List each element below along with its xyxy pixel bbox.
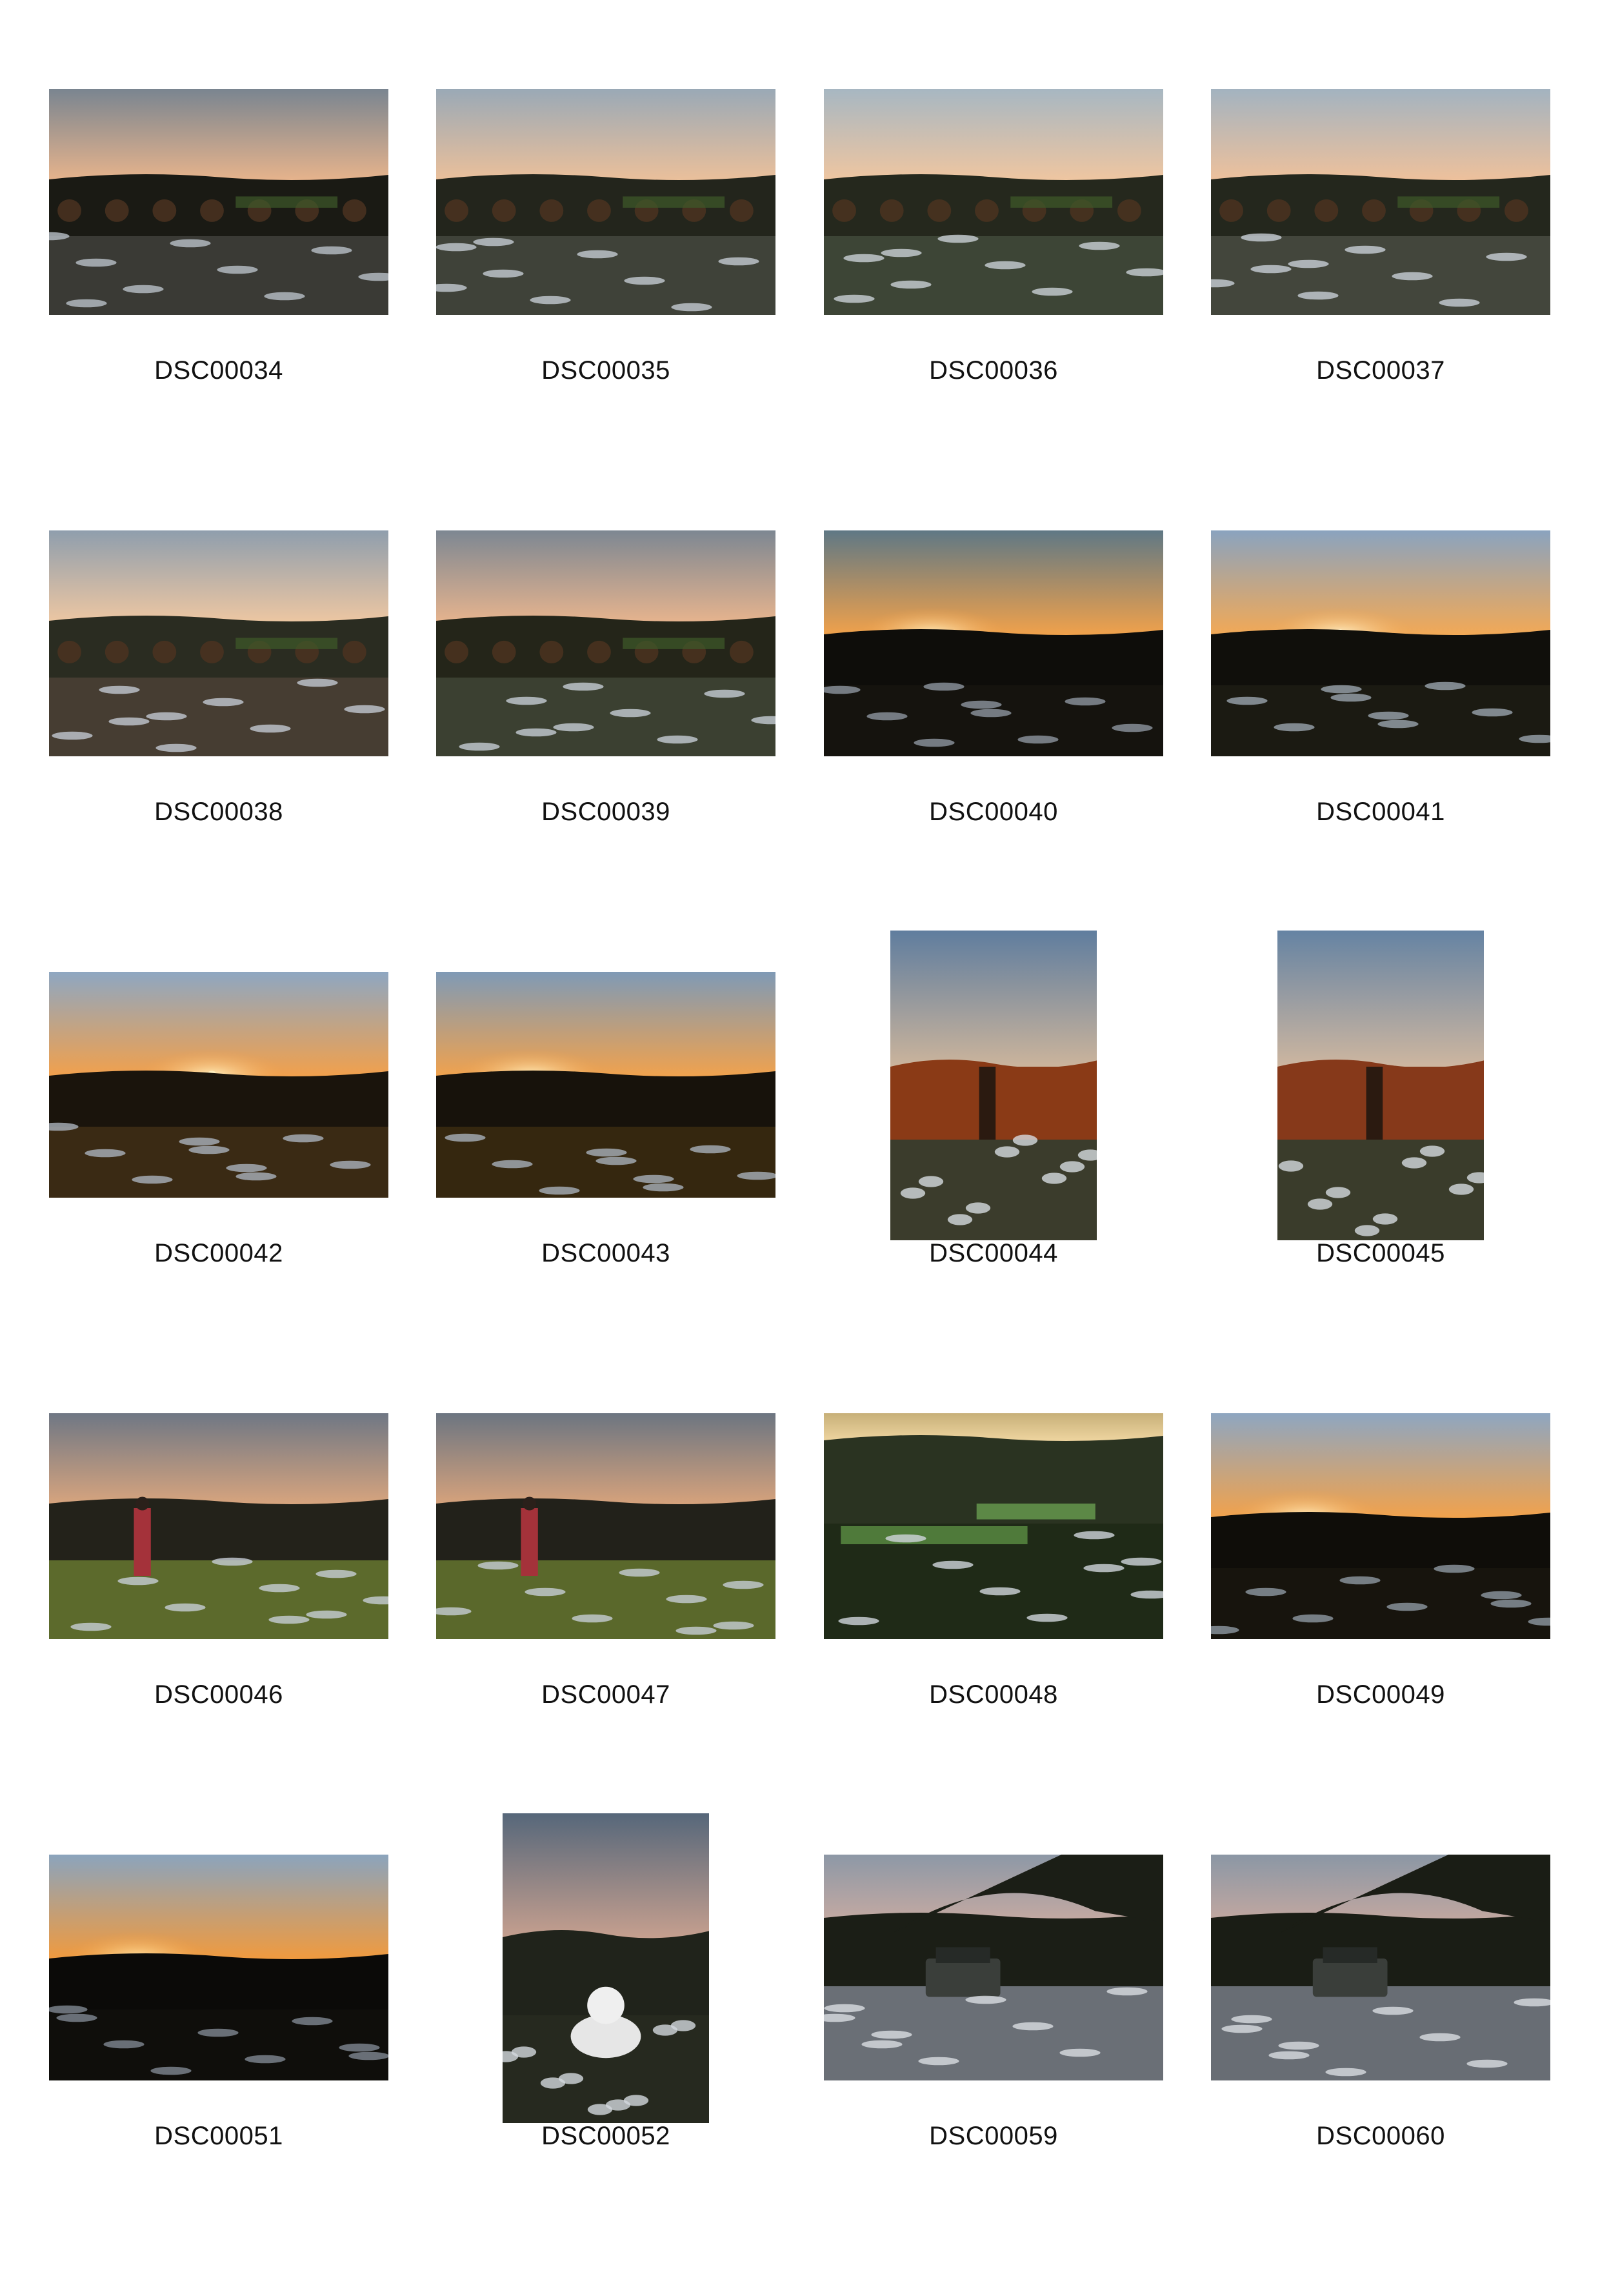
thumbnail-cell[interactable]: DSC00042: [49, 972, 388, 1413]
thumbnail-image[interactable]: [436, 972, 775, 1198]
thumbnail-image[interactable]: [824, 89, 1163, 315]
thumbnail-caption: DSC00045: [1316, 1239, 1445, 1267]
thumbnail-caption: DSC00043: [541, 1239, 670, 1267]
thumbnail-caption: DSC00047: [541, 1680, 670, 1709]
thumbnail-caption: DSC00039: [541, 798, 670, 826]
thumbnail-cell[interactable]: DSC00060: [1211, 1855, 1550, 2296]
thumbnail-image[interactable]: [436, 530, 775, 756]
thumbnail-image[interactable]: [1277, 931, 1484, 1240]
thumbnail-cell[interactable]: DSC00048: [824, 1413, 1163, 1855]
thumbnail-caption: DSC00035: [541, 356, 670, 385]
thumbnail-caption: DSC00059: [929, 2122, 1058, 2150]
thumbnail-caption: DSC00044: [929, 1239, 1058, 1267]
thumbnail-image[interactable]: [890, 931, 1097, 1240]
thumbnail-caption: DSC00051: [154, 2122, 283, 2150]
thumbnail-cell[interactable]: DSC00037: [1211, 89, 1550, 530]
thumbnail-cell[interactable]: DSC00034: [49, 89, 388, 530]
thumbnail-cell[interactable]: DSC00040: [824, 530, 1163, 972]
thumbnail-cell[interactable]: DSC00044: [824, 931, 1163, 1413]
thumbnail-caption: DSC00042: [154, 1239, 283, 1267]
thumbnail-caption: DSC00041: [1316, 798, 1445, 826]
thumbnail-caption: DSC00034: [154, 356, 283, 385]
thumbnail-caption: DSC00060: [1316, 2122, 1445, 2150]
thumbnail-cell[interactable]: DSC00049: [1211, 1413, 1550, 1855]
thumbnail-cell[interactable]: DSC00043: [436, 972, 775, 1413]
thumbnail-image[interactable]: [49, 530, 388, 756]
thumbnail-cell[interactable]: DSC00036: [824, 89, 1163, 530]
thumbnail-image[interactable]: [824, 530, 1163, 756]
thumbnail-image[interactable]: [49, 89, 388, 315]
thumbnail-image[interactable]: [1211, 1855, 1550, 2080]
contact-sheet: DSC00034 DSC00035 DSC00036 DSC00037 DSC0…: [0, 0, 1600, 2264]
thumbnail-cell[interactable]: DSC00041: [1211, 530, 1550, 972]
thumbnail-caption: DSC00040: [929, 798, 1058, 826]
thumbnail-image[interactable]: [1211, 89, 1550, 315]
thumbnail-image[interactable]: [49, 1413, 388, 1639]
thumbnail-image[interactable]: [1211, 530, 1550, 756]
thumbnail-cell[interactable]: DSC00038: [49, 530, 388, 972]
thumbnail-cell[interactable]: DSC00035: [436, 89, 775, 530]
thumbnail-cell[interactable]: DSC00045: [1211, 931, 1550, 1413]
thumbnail-image[interactable]: [824, 1413, 1163, 1639]
thumbnail-image[interactable]: [49, 1855, 388, 2080]
thumbnail-caption: DSC00048: [929, 1680, 1058, 1709]
thumbnail-image[interactable]: [503, 1813, 709, 2123]
thumbnail-caption: DSC00049: [1316, 1680, 1445, 1709]
thumbnail-cell[interactable]: DSC00047: [436, 1413, 775, 1855]
thumbnail-cell[interactable]: DSC00039: [436, 530, 775, 972]
thumbnail-image[interactable]: [436, 89, 775, 315]
thumbnail-image[interactable]: [824, 1855, 1163, 2080]
thumbnail-cell[interactable]: DSC00052: [436, 1813, 775, 2296]
thumbnail-cell[interactable]: DSC00059: [824, 1855, 1163, 2296]
thumbnail-caption: DSC00052: [541, 2122, 670, 2150]
thumbnail-caption: DSC00046: [154, 1680, 283, 1709]
thumbnail-image[interactable]: [1211, 1413, 1550, 1639]
thumbnail-caption: DSC00037: [1316, 356, 1445, 385]
thumbnail-cell[interactable]: DSC00046: [49, 1413, 388, 1855]
thumbnail-image[interactable]: [49, 972, 388, 1198]
thumbnail-caption: DSC00038: [154, 798, 283, 826]
thumbnail-cell[interactable]: DSC00051: [49, 1855, 388, 2296]
thumbnail-image[interactable]: [436, 1413, 775, 1639]
thumbnail-caption: DSC00036: [929, 356, 1058, 385]
